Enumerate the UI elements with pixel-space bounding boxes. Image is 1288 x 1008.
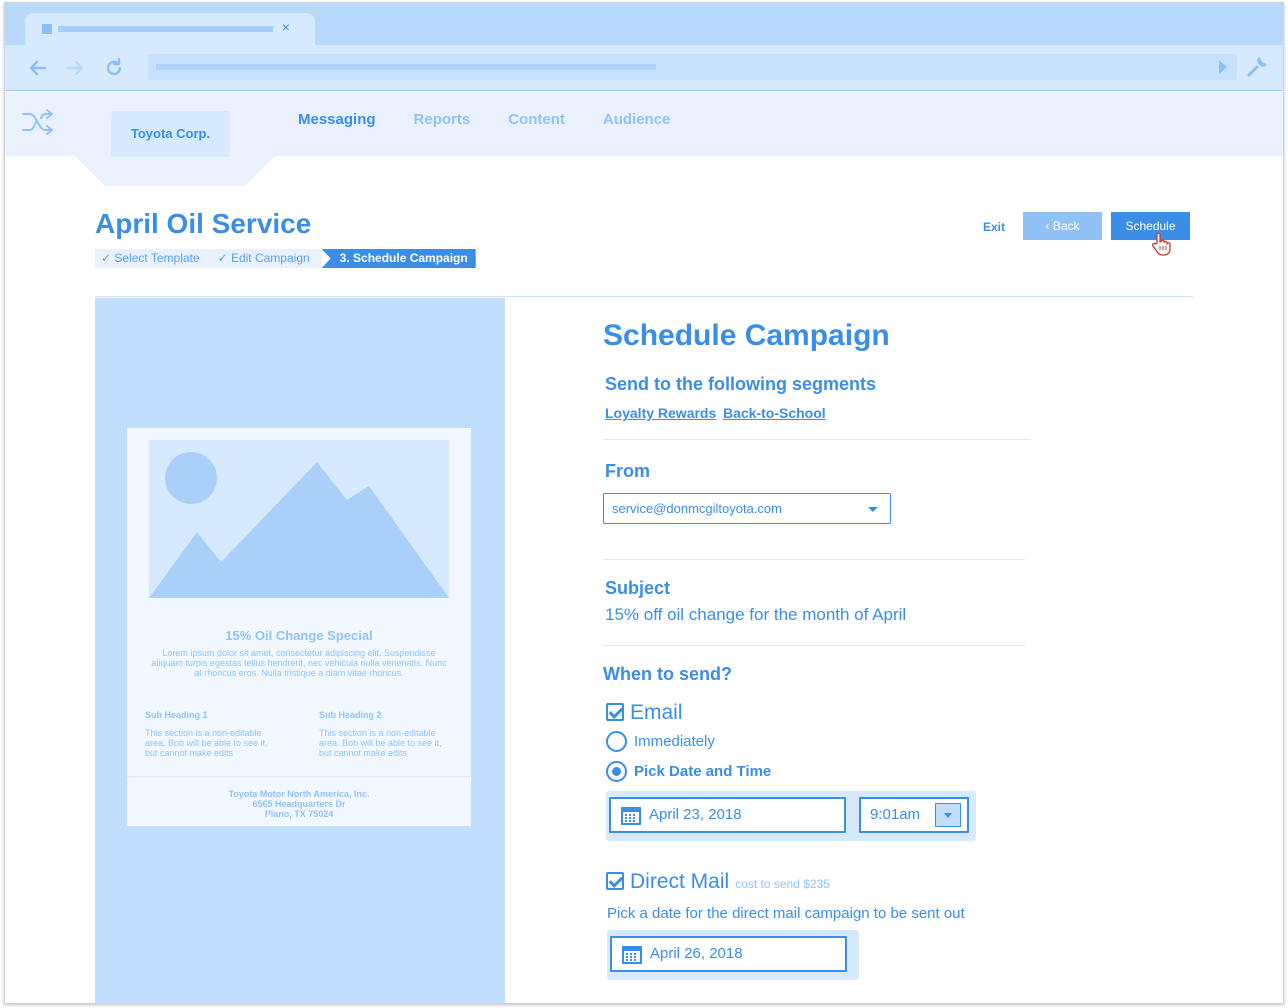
arrow-right-icon[interactable] <box>62 55 88 81</box>
from-label: From <box>605 461 650 481</box>
email-time-input[interactable]: 9:01am <box>859 797 969 833</box>
time-dropdown-button[interactable] <box>935 803 961 827</box>
back-button[interactable]: ‹ Back <box>1023 212 1102 240</box>
address-bar-row <box>5 45 1283 91</box>
preview-sub-section-1: Sub Heading 1 This section is a non-edit… <box>145 710 280 758</box>
url-field[interactable] <box>148 54 1237 80</box>
preview-title: 15% Oil Change Special <box>225 628 373 643</box>
from-select[interactable]: service@donmcgiltoyota.com <box>603 493 891 524</box>
arrow-left-icon[interactable] <box>25 55 51 81</box>
sub-heading-2: Sub Heading 2 <box>319 710 382 720</box>
nav-audience[interactable]: Audience <box>603 111 671 131</box>
subject-label: Subject <box>605 578 671 598</box>
step-select-template[interactable]: Select Template <box>95 249 212 268</box>
direct-mail-date-value: April 26, 2018 <box>650 945 743 962</box>
sub-text-2: This section is a non-editable area. Bob… <box>319 728 442 758</box>
direct-mail-checkbox[interactable] <box>606 872 624 890</box>
browser-tab[interactable]: × <box>25 13 315 45</box>
email-preview-card: 15% Oil Change Special Lorem ipsum dolor… <box>127 428 471 826</box>
preview-body: Lorem ipsum dolor sit amet, consectetur … <box>151 648 447 678</box>
footer-line-1: Toyota Motor North America, Inc. <box>228 789 370 799</box>
email-preview-panel: 15% Oil Change Special Lorem ipsum dolor… <box>95 298 505 1003</box>
subject-value: 15% off oil change for the month of Apri… <box>605 605 907 624</box>
wrench-icon[interactable] <box>1245 55 1269 81</box>
when-label: When to send? <box>603 664 732 684</box>
email-label: Email <box>630 701 683 724</box>
email-time-value: 9:01am <box>870 806 921 823</box>
step-edit-campaign[interactable]: Edit Campaign <box>211 249 322 268</box>
immediately-label: Immediately <box>634 733 715 750</box>
header-divider <box>95 296 1193 297</box>
direct-mail-cost: cost to send $235 <box>735 877 830 891</box>
footer-line-2: 6565 Headquarters Dr <box>252 799 346 809</box>
shuffle-icon[interactable] <box>21 108 55 136</box>
page-title: April Oil Service <box>95 208 312 239</box>
hand-cursor-icon <box>1149 231 1173 257</box>
pick-date-time-label: Pick Date and Time <box>634 763 772 780</box>
close-icon[interactable]: × <box>279 19 293 35</box>
footer-line-3: Plano, TX 75024 <box>264 809 334 819</box>
nav-reports[interactable]: Reports <box>414 111 471 131</box>
go-arrow-icon[interactable] <box>1219 60 1227 74</box>
segments-label: Send to the following segments <box>605 374 877 394</box>
step-schedule-campaign[interactable]: 3. Schedule Campaign <box>321 249 476 268</box>
browser-tab-bar: × <box>5 3 1283 45</box>
divider <box>603 645 1025 646</box>
pick-date-time-radio[interactable] <box>606 761 627 782</box>
org-tab-notch <box>75 156 275 186</box>
divider <box>603 559 1025 560</box>
chevron-down-icon <box>868 507 878 512</box>
email-date-value: April 23, 2018 <box>649 806 742 823</box>
email-checkbox[interactable] <box>606 703 624 721</box>
browser-window: × Toyota Corp. Messaging Reports Content <box>4 2 1284 1004</box>
top-nav: Messaging Reports Content Audience <box>298 111 708 131</box>
direct-mail-label: Direct Mail <box>630 870 730 893</box>
reload-icon[interactable] <box>101 55 127 81</box>
nav-content[interactable]: Content <box>508 111 565 131</box>
image-placeholder-icon <box>149 440 449 598</box>
step-breadcrumb: Select Template Edit Campaign 3. Schedul… <box>95 249 476 268</box>
direct-mail-label-row: Direct Mail cost to send $235 <box>630 870 830 894</box>
direct-mail-hint: Pick a date for the direct mail campaign… <box>607 905 965 922</box>
calendar-icon <box>621 807 641 825</box>
email-date-input[interactable]: April 23, 2018 <box>609 797 846 833</box>
segment-link-back-to-school[interactable]: Back-to-School <box>723 405 826 421</box>
favicon-icon <box>42 24 52 34</box>
tab-title-placeholder <box>58 26 273 32</box>
calendar-icon <box>622 946 642 964</box>
url-text-placeholder <box>156 64 656 70</box>
immediately-radio[interactable] <box>606 731 627 752</box>
from-select-value: service@donmcgiltoyota.com <box>612 501 782 516</box>
sub-text-1: This section is a non-editable area. Bob… <box>145 728 268 758</box>
nav-messaging[interactable]: Messaging <box>298 111 376 131</box>
preview-sub-section-2: Sub Heading 2 This section is a non-edit… <box>319 710 454 758</box>
divider <box>603 439 1031 440</box>
form-heading: Schedule Campaign <box>603 319 890 352</box>
org-switcher[interactable]: Toyota Corp. <box>111 111 230 157</box>
segment-link-loyalty-rewards[interactable]: Loyalty Rewards <box>605 405 716 421</box>
preview-footer: Toyota Motor North America, Inc. 6565 He… <box>127 776 471 819</box>
exit-link[interactable]: Exit <box>983 220 1005 234</box>
direct-mail-date-input[interactable]: April 26, 2018 <box>610 936 847 972</box>
sub-heading-1: Sub Heading 1 <box>145 710 208 720</box>
